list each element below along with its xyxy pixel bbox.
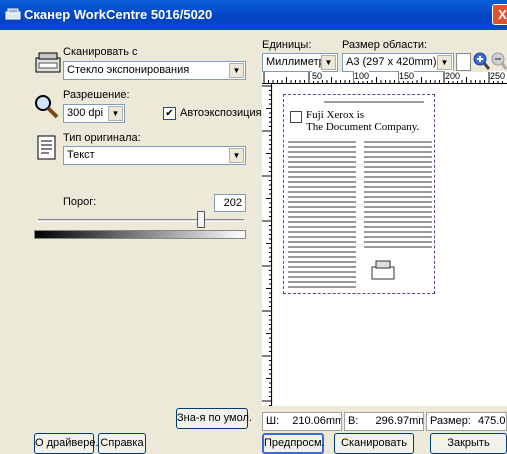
preview-area[interactable]: Fuji Xerox is The Document Company. [273,84,507,406]
scan-area-select[interactable]: A3 (297 x 420mm) ▼ [342,53,454,72]
doc-illustration [371,260,395,280]
original-type-select[interactable]: Текст ▼ [63,146,246,165]
preview-button[interactable]: Предпросм. [262,433,325,454]
close-button[interactable]: Закрыть [430,433,507,454]
size-value: 475.0Кбайт [477,415,506,427]
magnifier-icon [35,95,59,119]
about-driver-button[interactable]: О драйвере... [34,433,105,454]
zoom-in-icon[interactable] [472,51,490,71]
window-title: Сканер WorkCentre 5016/5020 [24,7,213,22]
doc-column-right [364,141,432,251]
slider-track [38,219,244,222]
vertical-ruler [262,84,272,406]
fuji-xerox-logo [290,111,302,123]
threshold-label: Порог: [63,196,97,208]
width-label: Ш: [266,415,280,427]
zoom-out-icon[interactable] [490,51,507,71]
slider-thumb[interactable] [197,211,206,228]
close-icon: X [498,7,507,22]
units-select[interactable]: Миллиметры ▼ [262,53,338,72]
scan-area-label: Размер области: [342,39,428,51]
scan-button[interactable]: Сканировать [334,433,414,454]
chevron-down-icon: ▼ [437,55,452,70]
resolution-value: 300 dpi [67,107,104,119]
ruler-mark: 100 [354,71,370,81]
original-type-value: Текст [67,149,95,161]
preview-page: Fuji Xerox is The Document Company. [283,94,435,294]
horizontal-ruler: 50 100 150 200 250 [262,71,507,84]
width-value: 210.06mm [292,415,342,427]
auto-exposure-label: Автоэкспозиция [180,107,262,119]
ruler-mark: 50 [312,71,323,81]
scan-from-value: Стекло экспонирования [67,64,190,76]
threshold-slider[interactable] [34,208,246,230]
doc-heading-line1: Fuji Xerox is [306,109,365,121]
chevron-down-icon: ▼ [229,148,244,163]
help-button[interactable]: Справка [98,433,146,454]
resolution-label: Разрешение: [63,89,130,101]
doc-header-lines [324,101,424,106]
chevron-down-icon: ▼ [229,63,244,78]
threshold-gradient [34,230,246,239]
resolution-select[interactable]: 300 dpi ▼ [63,104,125,123]
doc-heading-line2: The Document Company. [306,121,420,133]
ruler-mark: 250 [490,71,506,81]
document-icon [37,135,56,160]
ruler-mark: 200 [445,71,461,81]
scan-area-value: A3 (297 x 420mm) [346,56,437,68]
title-bar: Сканер WorkCentre 5016/5020 X [0,0,507,30]
chevron-down-icon: ▼ [108,106,123,121]
auto-exposure-checkbox[interactable]: ✔ [163,107,176,120]
height-label: В: [348,415,359,427]
chevron-down-icon: ▼ [321,55,336,70]
scanner-device-icon [35,52,61,73]
scanner-app-icon [5,8,21,20]
units-label: Единицы: [262,39,312,51]
doc-column-left [288,141,356,291]
scan-from-select[interactable]: Стекло экспонирования ▼ [63,61,246,80]
defaults-button[interactable]: Зна-я по умол. [176,408,252,429]
height-value: 296.97mm [375,415,424,427]
original-type-label: Тип оригинала: [63,132,141,144]
status-bar: Ш: 210.06mm В: 296.97mm Размер: 475.0Кба… [262,412,507,431]
scan-from-label: Сканировать с [63,46,138,58]
ruler-mark: 150 [399,71,415,81]
size-label: Размер: [430,415,471,427]
color-swatch[interactable] [456,53,471,71]
close-window-button[interactable]: X [492,4,507,25]
